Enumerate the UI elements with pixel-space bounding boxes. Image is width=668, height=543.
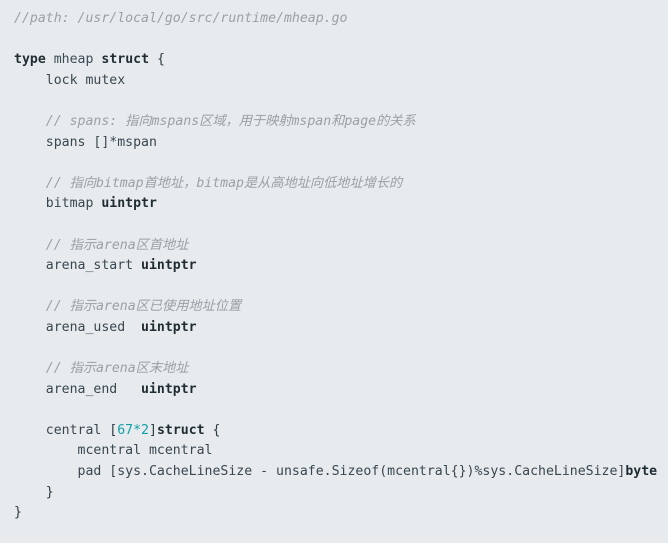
code-token: { bbox=[149, 52, 165, 68]
code-line: mcentral mcentral bbox=[14, 441, 668, 462]
code-token: struct bbox=[101, 52, 150, 68]
code-token: byte bbox=[625, 464, 658, 480]
code-line: arena_start uintptr bbox=[14, 256, 668, 277]
code-token: mheap bbox=[53, 52, 94, 68]
code-token: pad [sys.CacheLineSize - unsafe.Sizeof(m… bbox=[14, 464, 626, 480]
code-token: 67*2 bbox=[117, 422, 149, 438]
code-token: spans []*mspan bbox=[14, 134, 157, 150]
code-token: uintptr bbox=[141, 381, 197, 397]
comment-token: // spans: 指向mspans区域，用于映射mspan和page的关系 bbox=[14, 113, 416, 129]
comment-token: // 指示arena区首地址 bbox=[14, 237, 189, 253]
code-line: } bbox=[14, 483, 668, 504]
code-token: } bbox=[14, 484, 54, 500]
code-token: struct bbox=[156, 422, 205, 438]
code-line: } bbox=[14, 503, 668, 524]
code-line: lock mutex bbox=[14, 71, 668, 92]
comment-token: // 指示arena区末地址 bbox=[14, 361, 189, 377]
code-line: pad [sys.CacheLineSize - unsafe.Sizeof(m… bbox=[14, 462, 668, 483]
code-comment-line: //path: /usr/local/go/src/runtime/mheap.… bbox=[14, 9, 668, 30]
comment-token: //path: /usr/local/go/src/runtime/mheap.… bbox=[14, 11, 348, 26]
code-block[interactable]: //path: /usr/local/go/src/runtime/mheap.… bbox=[0, 0, 668, 543]
code-line: arena_used uintptr bbox=[14, 318, 668, 339]
code-token: uintptr bbox=[141, 319, 197, 335]
code-token: ] bbox=[149, 422, 157, 438]
code-comment-line: // spans: 指向mspans区域，用于映射mspan和page的关系 bbox=[14, 112, 668, 133]
comment-token: // 指向bitmap首地址，bitmap是从高地址向低地址增长的 bbox=[14, 175, 403, 191]
code-token: mcentral mcentral bbox=[14, 443, 213, 459]
code-token: arena_used bbox=[14, 319, 142, 335]
code-line: spans []*mspan bbox=[14, 133, 668, 154]
code-comment-line: // 指向bitmap首地址，bitmap是从高地址向低地址增长的 bbox=[14, 174, 668, 195]
comment-token: // 指示arena区已使用地址位置 bbox=[14, 299, 242, 315]
code-token: uintptr bbox=[101, 196, 157, 212]
code-line: arena_end uintptr bbox=[14, 380, 668, 401]
code-comment-line: // 指示arena区已使用地址位置 bbox=[14, 297, 668, 318]
code-token: arena_start bbox=[14, 258, 142, 274]
code-token: } bbox=[14, 505, 22, 521]
code-line: type mheap struct { bbox=[14, 50, 668, 71]
code-token: { bbox=[204, 422, 221, 438]
code-token: lock mutex bbox=[14, 72, 126, 88]
code-line: central [67*2]struct { bbox=[14, 421, 668, 442]
code-line: bitmap uintptr bbox=[14, 194, 668, 215]
code-comment-line: // 指示arena区首地址 bbox=[14, 236, 668, 257]
code-token: uintptr bbox=[141, 258, 197, 274]
code-token: arena_end bbox=[14, 381, 142, 397]
code-comment-line: // 指示arena区末地址 bbox=[14, 359, 668, 380]
code-token: type bbox=[14, 52, 46, 68]
code-token: bitmap bbox=[14, 196, 102, 212]
code-token: central bbox=[14, 422, 110, 438]
